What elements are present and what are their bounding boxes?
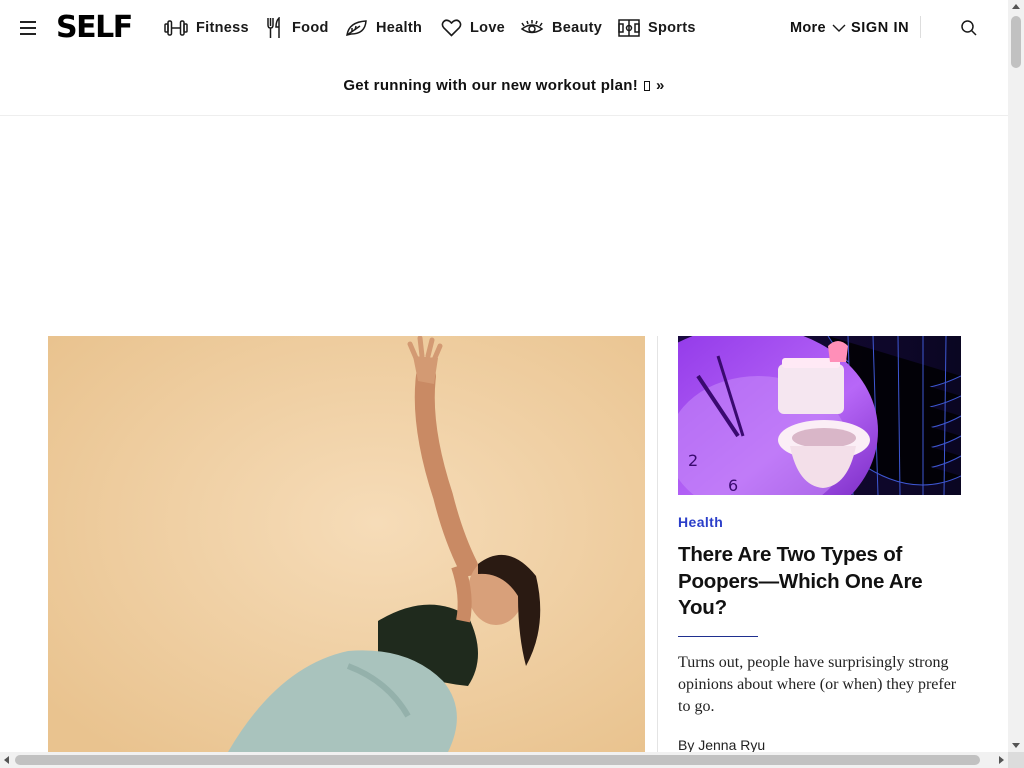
eye-lashes-icon	[520, 20, 544, 34]
story-dek: Turns out, people have surprisingly stro…	[678, 654, 957, 715]
scroll-up-arrow-icon[interactable]	[1012, 4, 1020, 9]
promo-link[interactable]: Get running with our new workout plan!	[343, 77, 638, 94]
menu-icon[interactable]	[20, 21, 36, 35]
hero-image[interactable]	[48, 336, 645, 752]
chevron-down-icon	[832, 24, 846, 32]
nav-label: Health	[376, 20, 423, 36]
more-menu-button[interactable]: More	[790, 18, 846, 38]
scroll-down-arrow-icon[interactable]	[1012, 743, 1020, 748]
promo-banner: Get running with our new workout plan! »	[0, 56, 1008, 116]
scrollbar-corner	[1008, 752, 1024, 768]
nav-label: Fitness	[196, 20, 249, 36]
search-icon	[961, 20, 977, 36]
nav-item-love[interactable]: Love	[441, 18, 505, 38]
nav-item-fitness[interactable]: Fitness	[164, 18, 249, 38]
story-thumbnail[interactable]: 2 6	[678, 336, 961, 495]
scroll-left-arrow-icon[interactable]	[4, 756, 9, 764]
field-icon	[618, 19, 640, 37]
vertical-scrollbar[interactable]	[1008, 0, 1024, 752]
nav-label: Food	[292, 20, 329, 36]
nav-item-sports[interactable]: Sports	[618, 18, 696, 38]
promo-glyph-icon	[644, 80, 651, 91]
nav-item-food[interactable]: Food	[264, 17, 329, 38]
vertical-scroll-thumb[interactable]	[1011, 16, 1021, 68]
horizontal-scrollbar[interactable]	[0, 752, 1008, 768]
promo-arrow-link[interactable]: »	[656, 77, 665, 94]
dumbbell-icon	[164, 20, 188, 36]
top-navigation: SELF Fitness Food Health Love Beauty Spo…	[0, 0, 1008, 56]
column-divider	[657, 336, 658, 752]
byline-prefix: By	[678, 737, 695, 752]
nav-label: Sports	[648, 20, 696, 36]
hero-illustration	[48, 336, 645, 752]
author-link[interactable]: Jenna Ryu	[698, 737, 765, 752]
horizontal-scroll-thumb[interactable]	[15, 755, 980, 765]
story-category[interactable]: Health	[678, 514, 723, 530]
search-button[interactable]	[960, 19, 978, 37]
svg-text:2: 2	[688, 451, 698, 470]
toilet-illustration: 2 6	[678, 336, 961, 495]
headline-underline	[678, 636, 758, 637]
ad-slot	[0, 116, 1008, 336]
fork-icon	[267, 17, 280, 38]
leaf-icon	[346, 20, 367, 37]
scroll-right-arrow-icon[interactable]	[999, 756, 1004, 764]
site-logo[interactable]: SELF	[56, 11, 133, 45]
page-viewport: SELF Fitness Food Health Love Beauty Spo…	[0, 0, 1008, 752]
more-label: More	[790, 20, 826, 36]
svg-text:6: 6	[728, 476, 738, 495]
story-byline: By Jenna Ryu	[678, 737, 765, 752]
nav-divider	[920, 16, 921, 38]
nav-item-beauty[interactable]: Beauty	[520, 18, 602, 38]
nav-item-health[interactable]: Health	[345, 18, 422, 38]
sign-in-link[interactable]: SIGN IN	[851, 18, 909, 38]
heart-icon	[441, 19, 462, 37]
nav-label: Love	[470, 20, 506, 36]
nav-label: Beauty	[552, 20, 603, 36]
story-headline[interactable]: There Are Two Types of Poopers—Which One…	[678, 542, 961, 622]
